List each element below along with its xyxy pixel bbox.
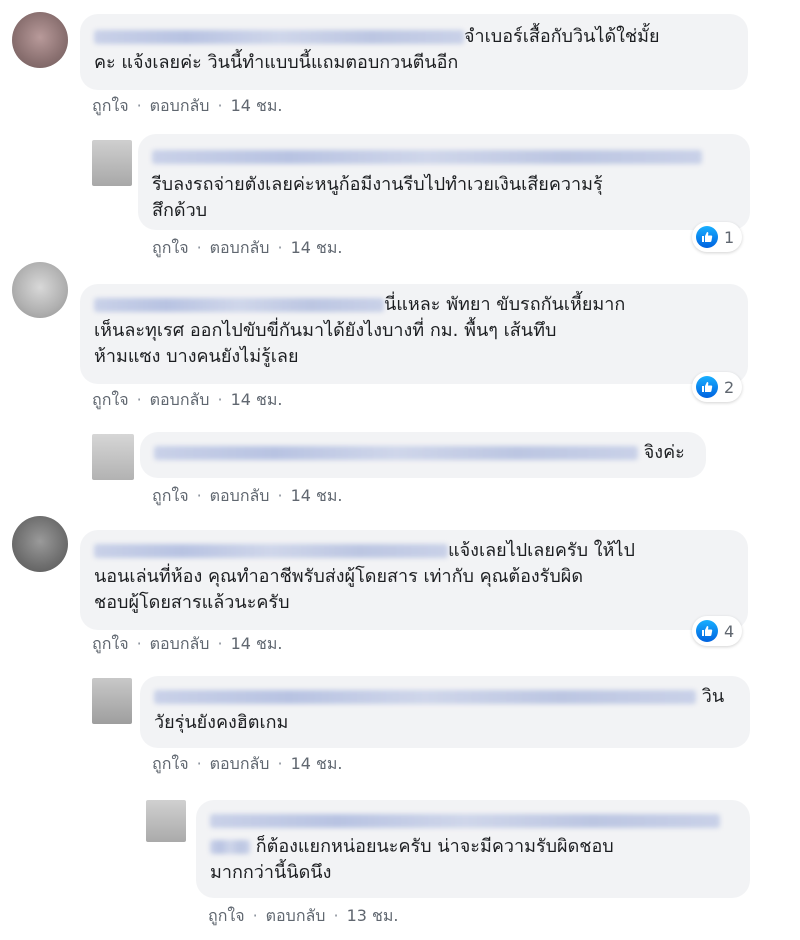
reply-link[interactable]: ตอบกลับ [210, 486, 270, 505]
timestamp[interactable]: 14 ชม. [291, 238, 343, 257]
comment-bubble: รีบลงรถจ่ายตังเลยค่ะหนูก้อมีงานรีบไปทำเว… [138, 134, 750, 230]
reply-link[interactable]: ตอบกลับ [150, 390, 210, 409]
like-icon [696, 620, 718, 642]
comment-bubble: แจ้งเลยไปเลยครับ ให้ไป นอนเล่นที่ห้อง คุ… [80, 530, 748, 630]
comment-actions: ถูกใจ · ตอบกลับ · 14 ชม. [92, 96, 283, 115]
comment-bubble: ก็ต้องแยกหน่อยนะครับ น่าจะมีความรับผิดชอ… [196, 800, 750, 898]
comment-actions: ถูกใจ · ตอบกลับ · 14 ชม. [92, 634, 283, 653]
reply-link[interactable]: ตอบกลับ [210, 238, 270, 257]
like-link[interactable]: ถูกใจ [152, 754, 189, 773]
reply-link[interactable]: ตอบกลับ [266, 906, 326, 925]
commenter-name[interactable] [154, 690, 696, 704]
comment-actions: ถูกใจ · ตอบกลับ · 14 ชม. [152, 238, 343, 257]
like-link[interactable]: ถูกใจ [208, 906, 245, 925]
comment-bubble: จิงค่ะ [140, 432, 706, 478]
comment-actions: ถูกใจ · ตอบกลับ · 14 ชม. [152, 754, 343, 773]
timestamp[interactable]: 14 ชม. [231, 96, 283, 115]
avatar[interactable] [92, 140, 132, 186]
comment-actions: ถูกใจ · ตอบกลับ · 14 ชม. [92, 390, 283, 409]
comment-bubble: วิน วัยรุ่นยังคงฮิตเกม [140, 676, 750, 748]
timestamp[interactable]: 13 ชม. [347, 906, 399, 925]
timestamp[interactable]: 14 ชม. [291, 486, 343, 505]
mention-tag[interactable] [210, 840, 250, 854]
timestamp[interactable]: 14 ชม. [291, 754, 343, 773]
reaction-count[interactable]: 1 [692, 222, 743, 252]
comment-bubble: จำเบอร์เสื้อกับวินได้ใช่มั้ย คะ แจ้งเลยค… [80, 14, 748, 90]
reply-link[interactable]: ตอบกลับ [150, 96, 210, 115]
like-link[interactable]: ถูกใจ [152, 238, 189, 257]
commenter-name[interactable] [94, 30, 464, 44]
avatar[interactable] [12, 516, 68, 572]
avatar[interactable] [92, 678, 132, 724]
reaction-count[interactable]: 2 [692, 372, 743, 402]
timestamp[interactable]: 14 ชม. [231, 390, 283, 409]
like-icon [696, 226, 718, 248]
comment-actions: ถูกใจ · ตอบกลับ · 13 ชม. [208, 906, 399, 925]
avatar[interactable] [92, 434, 134, 480]
commenter-name[interactable] [210, 814, 720, 828]
avatar[interactable] [12, 12, 68, 68]
like-link[interactable]: ถูกใจ [92, 96, 129, 115]
commenter-name[interactable] [152, 150, 702, 164]
like-link[interactable]: ถูกใจ [92, 634, 129, 653]
comment-bubble: นี่แหละ พัทยา ขับรถกันเหี้ยมาก เห็นละทุเ… [80, 284, 748, 384]
avatar[interactable] [12, 262, 68, 318]
like-link[interactable]: ถูกใจ [152, 486, 189, 505]
commenter-name[interactable] [94, 544, 448, 558]
like-link[interactable]: ถูกใจ [92, 390, 129, 409]
reaction-count[interactable]: 4 [692, 616, 743, 646]
commenter-name[interactable] [94, 298, 384, 312]
reply-link[interactable]: ตอบกลับ [150, 634, 210, 653]
commenter-name[interactable] [154, 446, 638, 460]
timestamp[interactable]: 14 ชม. [231, 634, 283, 653]
like-icon [696, 376, 718, 398]
comment-actions: ถูกใจ · ตอบกลับ · 14 ชม. [152, 486, 343, 505]
avatar[interactable] [146, 800, 186, 842]
reply-link[interactable]: ตอบกลับ [210, 754, 270, 773]
